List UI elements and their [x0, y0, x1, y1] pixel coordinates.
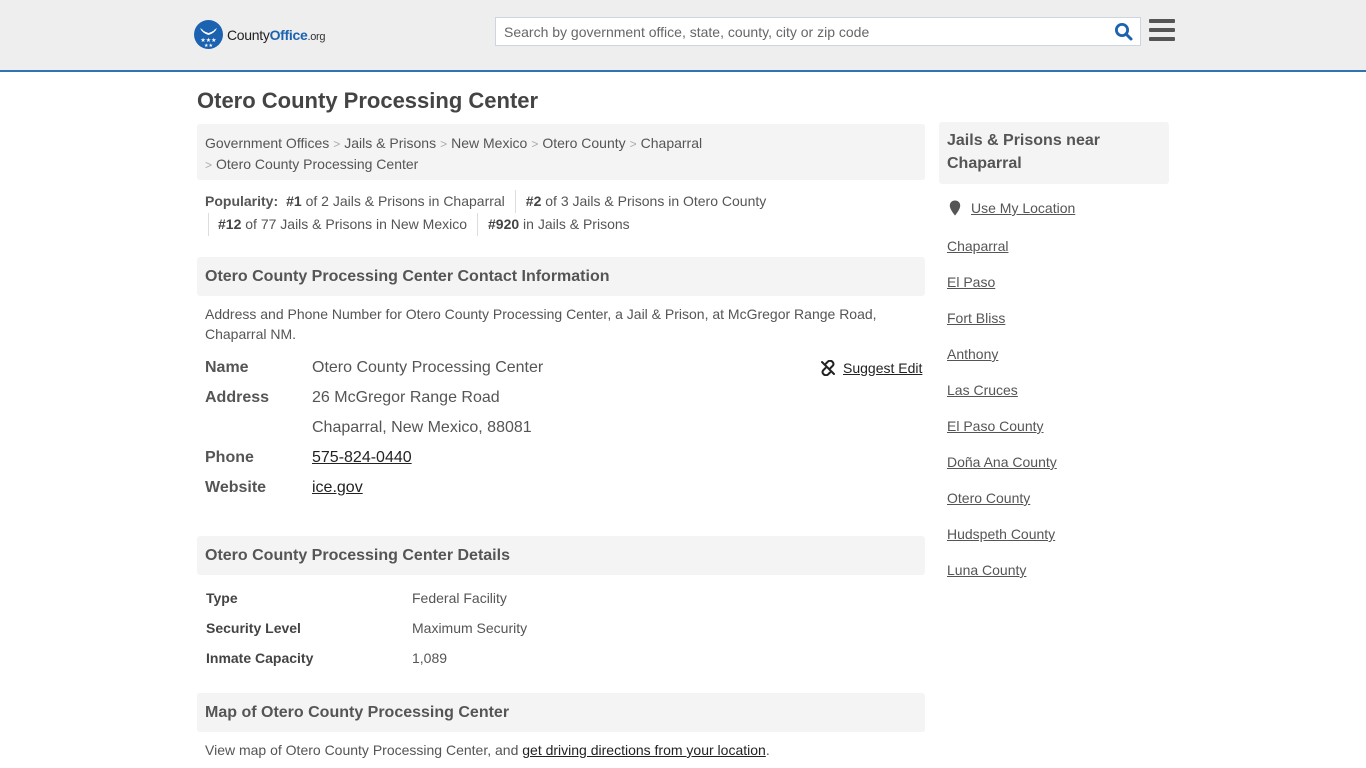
breadcrumb-current: Otero County Processing Center — [216, 156, 419, 172]
phone-label: Phone — [205, 449, 254, 466]
breadcrumb-item[interactable]: Jails & Prisons — [344, 135, 436, 151]
detail-value: Federal Facility — [412, 590, 507, 606]
phone-row: Phone 575-824-0440 — [205, 448, 905, 478]
map-pin-icon — [949, 200, 961, 216]
use-my-location-button[interactable]: Use My Location — [949, 200, 1075, 216]
chevron-right-icon: > — [440, 137, 448, 151]
detail-label: Inmate Capacity — [206, 650, 314, 666]
breadcrumb-item[interactable]: Government Offices — [205, 135, 329, 151]
address-row: Address 26 McGregor Range Road — [205, 388, 905, 418]
sidebar-link[interactable]: Anthony — [947, 344, 998, 364]
breadcrumb-item[interactable]: Otero County — [542, 135, 625, 151]
address-label: Address — [205, 389, 270, 406]
name-label: Name — [205, 359, 249, 376]
detail-label: Security Level — [206, 620, 301, 636]
menu-bar — [1149, 19, 1175, 23]
use-my-location-label: Use My Location — [971, 200, 1076, 216]
breadcrumb-item[interactable]: New Mexico — [451, 135, 527, 151]
hamburger-menu-button[interactable] — [1149, 19, 1175, 43]
detail-value: 1,089 — [412, 650, 448, 666]
site-logo[interactable]: ★★★ ★★ CountyOffice.org — [194, 20, 326, 49]
search-input[interactable] — [496, 18, 1106, 45]
sidebar-link[interactable]: Luna County — [947, 560, 1026, 580]
popularity-rankings: Popularity: #1 of 2 Jails & Prisons in Ch… — [205, 190, 925, 236]
website-row: Website ice.gov — [205, 478, 905, 508]
sidebar-heading: Jails & Prisons near Chaparral — [939, 122, 1169, 184]
contact-description: Address and Phone Number for Otero Count… — [205, 306, 877, 342]
detail-value: Maximum Security — [412, 620, 528, 636]
name-value: Otero County Processing Center — [312, 359, 544, 376]
website-link[interactable]: ice.gov — [312, 479, 363, 496]
popularity-item: #12 of 77 Jails & Prisons in New Mexico — [208, 213, 477, 236]
map-description: View map of Otero County Processing Cent… — [205, 742, 770, 758]
chevron-right-icon: > — [333, 137, 341, 151]
contact-section-heading: Otero County Processing Center Contact I… — [197, 257, 925, 296]
address-line-1: 26 McGregor Range Road — [312, 389, 500, 406]
sidebar-link[interactable]: Doña Ana County — [947, 452, 1057, 472]
address-line-2: Chaparral, New Mexico, 88081 — [312, 419, 532, 436]
sidebar-link[interactable]: Otero County — [947, 488, 1030, 508]
page-title: Otero County Processing Center — [197, 88, 539, 113]
logo-text: CountyOffice.org — [227, 26, 326, 43]
popularity-item: #2 of 3 Jails & Prisons in Otero County — [514, 190, 776, 213]
menu-bar — [1149, 28, 1175, 32]
search-icon — [1114, 23, 1132, 41]
sidebar-link[interactable]: Chaparral — [947, 236, 1008, 256]
breadcrumb-item[interactable]: Chaparral — [641, 135, 702, 151]
popularity-item: #1 of 2 Jails & Prisons in Chaparral — [286, 193, 505, 209]
sidebar-link[interactable]: Hudspeth County — [947, 524, 1055, 544]
svg-text:★★: ★★ — [204, 43, 213, 49]
driving-directions-link[interactable]: get driving directions from your locatio… — [522, 742, 766, 758]
eagle-stars-logo-icon: ★★★ ★★ — [194, 20, 223, 49]
breadcrumb: Government Offices > Jails & Prisons > New M… — [197, 124, 925, 180]
chevron-right-icon: > — [205, 158, 213, 172]
website-label: Website — [205, 479, 267, 496]
popularity-item: #920 in Jails & Prisons — [477, 213, 640, 236]
sidebar-link[interactable]: Las Cruces — [947, 380, 1018, 400]
search-button[interactable] — [1106, 18, 1140, 45]
details-section-heading: Otero County Processing Center Details — [197, 536, 925, 575]
suggest-edit-link[interactable]: Suggest Edit — [820, 360, 922, 376]
search-bar — [495, 17, 1141, 46]
chevron-right-icon: > — [629, 137, 637, 151]
sidebar-link[interactable]: El Paso — [947, 272, 995, 292]
suggest-edit-label: Suggest Edit — [843, 360, 923, 376]
popularity-label: Popularity: — [205, 193, 279, 209]
address-row-2: Chaparral, New Mexico, 88081 — [205, 418, 905, 448]
sidebar-link[interactable]: Fort Bliss — [947, 308, 1005, 328]
broken-link-icon — [821, 360, 835, 376]
map-section-heading: Map of Otero County Processing Center — [197, 693, 925, 732]
phone-link[interactable]: 575-824-0440 — [312, 449, 412, 466]
chevron-right-icon: > — [531, 137, 539, 151]
name-row: Name Otero County Processing Center — [205, 358, 905, 388]
site-header: ★★★ ★★ CountyOffice.org — [0, 0, 1366, 72]
detail-label: Type — [206, 590, 238, 606]
menu-bar — [1149, 37, 1175, 41]
sidebar-link[interactable]: El Paso County — [947, 416, 1044, 436]
